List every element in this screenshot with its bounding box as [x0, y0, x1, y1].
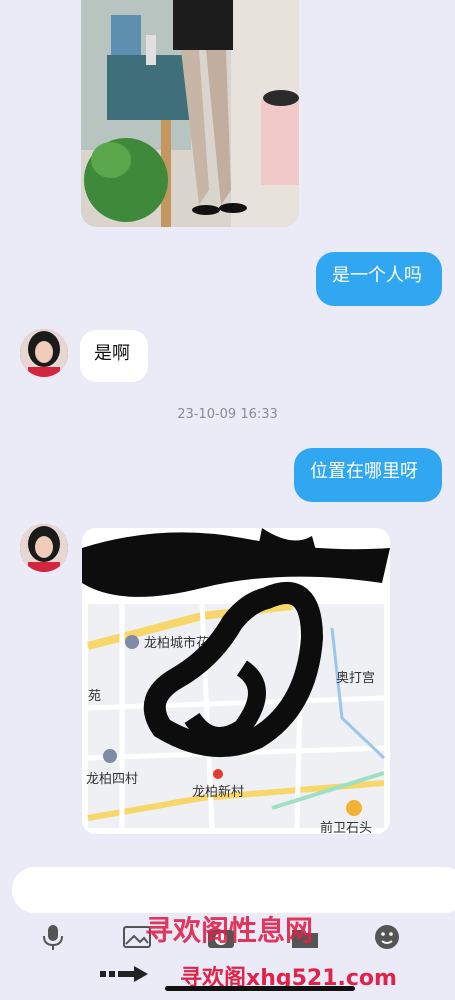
watermark-text: 寻欢阁性息网 — [145, 914, 314, 947]
emoji-icon[interactable] — [372, 922, 402, 952]
outgoing-message[interactable]: 位置在哪里呀 — [294, 448, 442, 502]
input-bar: 寻欢阁性息网 寻欢阁xhg521.com — [0, 856, 455, 1000]
home-indicator — [165, 986, 355, 991]
arrow-icon — [100, 964, 150, 984]
contact-avatar[interactable] — [20, 524, 68, 572]
map-label: 奥打宫 — [336, 671, 375, 686]
photo-message[interactable] — [81, 0, 299, 227]
location-marker — [213, 769, 223, 779]
photo-image — [81, 0, 299, 227]
message-input[interactable] — [12, 867, 455, 913]
message-text: 是啊 — [94, 343, 130, 364]
incoming-message[interactable]: 是啊 — [80, 330, 148, 382]
message-text: 是一个人吗 — [332, 265, 422, 286]
map-label: 苑 — [88, 689, 101, 704]
map-view: 龙柏城市花园 奥打宫 苑 龙柏四村 龙柏新村 前卫石头 — [82, 528, 390, 834]
map-label: 龙柏四村 — [86, 772, 138, 787]
message-text: 位置在哪里呀 — [310, 461, 418, 482]
map-label: 龙柏新村 — [192, 784, 244, 800]
microphone-icon[interactable] — [38, 922, 68, 952]
location-card[interactable]: 龙柏城市花园 奥打宫 苑 龙柏四村 龙柏新村 前卫石头 — [82, 528, 390, 834]
map-label: 前卫石头 — [320, 820, 372, 834]
message-timestamp: 23-10-09 16:33 — [177, 407, 278, 422]
outgoing-message[interactable]: 是一个人吗 — [316, 252, 442, 306]
contact-avatar[interactable] — [20, 329, 68, 377]
